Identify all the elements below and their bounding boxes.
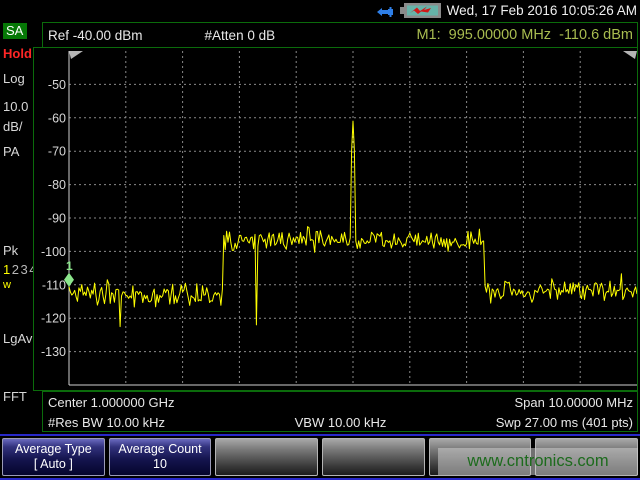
- scale-value-label: 10.0: [3, 99, 28, 114]
- y-axis-tick-label: -120: [41, 312, 66, 326]
- softkey-label-line2: 10: [153, 457, 167, 472]
- scale-type-label: Log: [3, 71, 25, 86]
- bw-annotation-row: #Res BW 10.00 kHz VBW 10.00 kHz Swp 27.0…: [43, 412, 637, 432]
- spectrum-plot-svg: -50 -60 -70 -80 -90 -100 -110 -120 -130 1: [34, 48, 637, 390]
- scale-unit-label: dB/: [3, 119, 23, 134]
- marker-1-label: 1: [66, 259, 73, 273]
- bottom-annotation-bar: Center 1.000000 GHz Span 10.00000 MHz #R…: [42, 391, 638, 432]
- softkey-label-line1: Average Type: [15, 442, 92, 457]
- battery-charging-icon: [400, 2, 442, 19]
- attenuation-label: #Atten 0 dB: [205, 28, 276, 43]
- softkey-label-line2: [ Auto ]: [34, 457, 73, 472]
- y-axis-tick-label: -90: [48, 212, 66, 226]
- fft-mode-label: FFT: [3, 389, 27, 404]
- spectrum-plot: -50 -60 -70 -80 -90 -100 -110 -120 -130 1: [33, 47, 638, 391]
- softkey-average-type[interactable]: Average Type [ Auto ]: [2, 438, 105, 476]
- center-freq-label: Center 1.000000 GHz: [48, 395, 341, 410]
- softkey-average-count[interactable]: Average Count 10: [109, 438, 212, 476]
- detector-label: Pk: [3, 243, 18, 258]
- softkey-blank-3[interactable]: [215, 438, 318, 476]
- trace-number-active: 1: [3, 262, 12, 277]
- y-axis-tick-label: -130: [41, 345, 66, 359]
- top-annotation-bar: Ref -40.00 dBm #Atten 0 dB M1: 995.00000…: [42, 22, 638, 48]
- graticule: -50 -60 -70 -80 -90 -100 -110 -120 -130: [41, 51, 637, 385]
- status-bar: Wed, 17 Feb 2016 10:05:26 AM: [0, 0, 640, 21]
- average-type-label: LgAv: [3, 331, 32, 346]
- y-axis-tick-label: -70: [48, 145, 66, 159]
- y-axis-tick-label: -110: [42, 278, 66, 292]
- sweep-time-label: Swp 27.00 ms (401 pts): [386, 415, 633, 430]
- watermark: www.cntronics.com: [438, 448, 638, 475]
- mode-badge: SA: [3, 23, 27, 39]
- status-cluster: Wed, 17 Feb 2016 10:05:26 AM: [375, 0, 637, 21]
- usb-icon: [375, 3, 395, 19]
- datetime-text: Wed, 17 Feb 2016 10:05:26 AM: [447, 3, 637, 18]
- sweep-hold-label: Hold: [3, 46, 32, 61]
- ref-corner-triangle-right: [623, 51, 637, 59]
- softkey-separator-top: [0, 434, 640, 436]
- res-bw-label: #Res BW 10.00 kHz: [48, 415, 295, 430]
- vbw-label: VBW 10.00 kHz: [295, 415, 387, 430]
- preamp-label: PA: [3, 144, 19, 159]
- freq-annotation-row: Center 1.000000 GHz Span 10.00000 MHz: [43, 392, 637, 412]
- softkey-blank-4[interactable]: [322, 438, 425, 476]
- softkey-label-line1: Average Count: [118, 442, 201, 457]
- span-label: Span 10.00000 MHz: [341, 395, 634, 410]
- marker-readout: M1: 995.00000 MHz -110.6 dBm: [416, 27, 633, 43]
- y-axis-tick-label: -50: [48, 78, 66, 92]
- y-axis-tick-label: -60: [48, 111, 66, 125]
- ref-level-label: Ref -40.00 dBm: [48, 28, 143, 43]
- ref-corner-triangle-left: [69, 51, 83, 59]
- y-axis-tick-label: -100: [41, 245, 66, 259]
- y-axis-tick-label: -80: [48, 178, 66, 192]
- trace-write-indicator: w: [3, 279, 11, 291]
- mode-sidebar: SA Hold Log 10.0 dB/ PA Pk 1234 w LgAv F…: [0, 21, 33, 433]
